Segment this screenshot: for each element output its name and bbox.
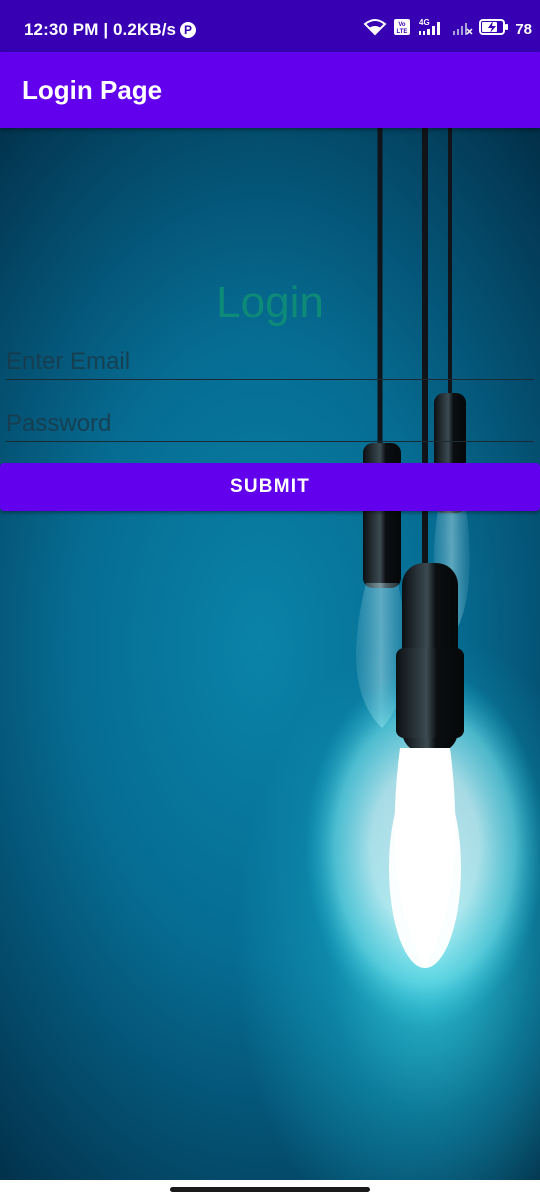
password-field-container	[6, 407, 534, 442]
app-bar: Login Page	[0, 52, 540, 128]
navigation-bar	[0, 1180, 540, 1200]
page-title: Login Page	[22, 75, 163, 105]
network-label: 4G	[419, 18, 430, 27]
home-indicator[interactable]	[170, 1187, 370, 1192]
volte-text-top: Vo	[399, 22, 407, 28]
volte-text-bottom: LTE	[397, 29, 408, 35]
wifi-icon	[363, 18, 387, 40]
password-field[interactable]	[6, 407, 534, 441]
battery-charging-icon	[479, 18, 509, 40]
submit-button[interactable]: SUBMIT	[0, 463, 540, 511]
signal-no-service-icon	[451, 18, 473, 40]
p-badge-icon: P	[180, 22, 197, 38]
volte-icon: Vo LTE	[393, 18, 411, 40]
login-heading: Login	[216, 278, 324, 327]
battery-percent: 78	[515, 20, 532, 38]
screen: 12:30 PM | 0.2KB/s P Vo LTE 4G 78 Login …	[0, 0, 540, 1200]
status-right: Vo LTE 4G 78	[363, 18, 532, 40]
signal-4g-icon: 4G	[417, 18, 445, 40]
email-field-container	[6, 345, 534, 380]
email-field[interactable]	[6, 345, 534, 379]
status-time-speed: 12:30 PM | 0.2KB/s	[24, 20, 177, 39]
status-left: 12:30 PM | 0.2KB/s P	[24, 20, 197, 40]
status-bar: 12:30 PM | 0.2KB/s P Vo LTE 4G 78	[0, 0, 540, 52]
